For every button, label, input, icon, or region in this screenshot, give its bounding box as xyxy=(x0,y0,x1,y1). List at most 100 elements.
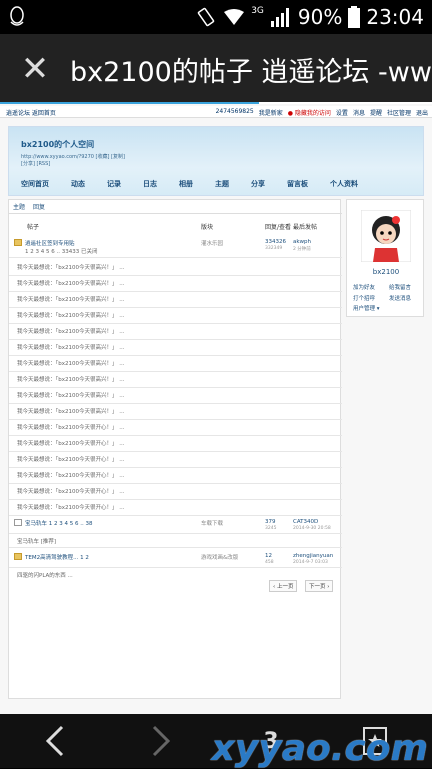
thread-title[interactable]: 逍遥社区签到专用贴 xyxy=(25,239,75,247)
thread-doc-icon xyxy=(14,519,22,526)
add-friend-button[interactable]: 加为好友 xyxy=(353,283,375,291)
reply-text[interactable]: 我今天最想说：「bx2100今天很高兴！」 ... xyxy=(17,343,125,351)
reply-text[interactable]: 我今天最想说：「bx2100今天很高兴！」 ... xyxy=(17,375,125,383)
user-id[interactable]: 2474569825 xyxy=(216,108,254,117)
table-row-thread2[interactable]: 宝马轨车 1 2 3 4 5 6 .. 38 车载下载 379 3245 CAT… xyxy=(9,516,342,534)
thread-board[interactable]: 游戏戏画&改版 xyxy=(201,553,238,561)
reply-text[interactable]: 我今天最想说：「bx2100今天很高兴！」 ... xyxy=(17,391,125,399)
space-tab[interactable]: 主题 xyxy=(215,179,229,189)
top-nav-item[interactable]: 设置 xyxy=(336,108,348,117)
reply-text[interactable]: 我今天最想说：「bx2100今天很开心！」 ... xyxy=(17,455,125,463)
space-tab[interactable]: 个人资料 xyxy=(330,179,358,189)
thread-stats-views: 332349 xyxy=(265,246,283,251)
next-page-button[interactable]: 下一页 › xyxy=(305,580,334,592)
list-item[interactable]: 我今天最想说：「bx2100今天很开心！」 ... xyxy=(9,468,342,484)
reply-text[interactable]: 四驱的闪PLA的东西 ... xyxy=(17,571,73,579)
thread-last-time: 2 分钟前 xyxy=(293,247,311,252)
list-item[interactable]: 我今天最想说：「bx2100今天很高兴！」 ... xyxy=(9,292,342,308)
list-item[interactable]: 我今天最想说：「bx2100今天很高兴！」 ... xyxy=(9,276,342,292)
thread-last-user[interactable]: zhengjianyuan xyxy=(293,553,333,559)
prev-page-button[interactable]: ‹ 上一页 xyxy=(269,580,298,592)
status-bar: 3G 90% 23:04 xyxy=(0,0,432,34)
reply-text[interactable]: 我今天最想说：「bx2100今天很开心！」 ... xyxy=(17,487,125,495)
list-item[interactable]: 我今天最想说：「bx2100今天很开心！」 ... xyxy=(9,420,342,436)
list-item[interactable]: 我今天最想说：「bx2100今天很开心！」 ... xyxy=(9,436,342,452)
thread-pages[interactable]: 1 2 3 4 5 6 .. 33433 已关闭 xyxy=(25,247,97,255)
reply-text[interactable]: 宝马轨车 [推荐] xyxy=(17,537,56,545)
clock: 23:04 xyxy=(366,5,424,29)
top-nav-item[interactable]: 提醒 xyxy=(370,108,382,117)
list-item[interactable]: 我今天最想说：「bx2100今天很高兴！」 ... xyxy=(9,388,342,404)
list-item[interactable]: 我今天最想说：「bx2100今天很开心！」 ... xyxy=(9,452,342,468)
thread-last-user[interactable]: akwph xyxy=(293,239,311,245)
back-button[interactable] xyxy=(20,714,90,768)
list-item[interactable]: 我今天最想说：「bx2100今天很高兴！」 ... xyxy=(9,324,342,340)
table-row-thread3[interactable]: TEM2高清驾驶教程... 1 2 游戏戏画&改版 12 458 zhengji… xyxy=(9,550,342,568)
tab-replies[interactable]: 回复 xyxy=(33,202,45,211)
space-tab[interactable]: 分享 xyxy=(251,179,265,189)
thread-board[interactable]: 灌水乐园 xyxy=(201,239,223,247)
user-manage-menu[interactable]: 用户管理 ▾ xyxy=(353,304,380,312)
reply-text[interactable]: 我今天最想说：「bx2100今天很高兴！」 ... xyxy=(17,263,125,271)
forward-button[interactable] xyxy=(126,714,196,768)
thread-last-user[interactable]: CAT340D xyxy=(293,519,318,525)
space-tab[interactable]: 动态 xyxy=(71,179,85,189)
list-item[interactable]: 我今天最想说：「bx2100今天很开心！」 ... xyxy=(9,484,342,500)
top-nav-item[interactable]: 社区管理 xyxy=(387,108,411,117)
reply-text[interactable]: 我今天最想说：「bx2100今天很高兴！」 ... xyxy=(17,295,125,303)
reply-text[interactable]: 我今天最想说：「bx2100今天很开心！」 ... xyxy=(17,439,125,447)
list-item[interactable]: 我今天最想说：「bx2100今天很开心！」 ... xyxy=(9,500,342,516)
space-tab[interactable]: 空间首页 xyxy=(21,179,49,189)
reply-text[interactable]: 我今天最想说：「bx2100今天很高兴！」 ... xyxy=(17,279,125,287)
thread-title[interactable]: TEM2高清驾驶教程... 1 2 xyxy=(25,553,89,561)
list-item[interactable]: 我今天最想说：「bx2100今天很高兴！」 ... xyxy=(9,356,342,372)
reply-text[interactable]: 我今天最想说：「bx2100今天很开心！」 ... xyxy=(17,503,125,511)
reply-text[interactable]: 我今天最想说：「bx2100今天很高兴！」 ... xyxy=(17,407,125,415)
thread-stats-views: 458 xyxy=(265,560,274,565)
reply-text[interactable]: 我今天最想说：「bx2100今天很高兴！」 ... xyxy=(17,311,125,319)
space-name[interactable]: bx2100的个人空间 xyxy=(21,139,94,150)
reply-text[interactable]: 我今天最想说：「bx2100今天很高兴！」 ... xyxy=(17,327,125,335)
list-item[interactable]: 我今天最想说：「bx2100今天很高兴！」 ... xyxy=(9,372,342,388)
header-board: 版块 xyxy=(201,224,214,231)
space-url[interactable]: http://www.xyyao.com/?9270 [收藏] [复制] xyxy=(21,153,125,160)
profile-username[interactable]: bx2100 xyxy=(347,268,425,276)
table-row-pinned[interactable]: 逍遥社区签到专用贴 1 2 3 4 5 6 .. 33433 已关闭 灌水乐园 … xyxy=(9,236,342,258)
top-nav-item[interactable]: 消息 xyxy=(353,108,365,117)
site-home-links[interactable]: 逍遥论坛 返回首页 xyxy=(6,108,56,117)
top-nav-item[interactable]: ● 隐藏我的访问 xyxy=(288,108,331,117)
status-right: 3G 90% 23:04 xyxy=(195,4,424,30)
battery-icon xyxy=(348,6,361,28)
page-title: bx2100的帖子 逍遥论坛 -ww xyxy=(70,56,432,88)
top-nav-item[interactable]: 退出 xyxy=(416,108,428,117)
leave-message-button[interactable]: 给我留言 xyxy=(389,283,411,291)
list-item[interactable]: 宝马轨车 [推荐] xyxy=(9,534,342,548)
space-tab[interactable]: 记录 xyxy=(107,179,121,189)
space-rss[interactable]: [分享] [RSS] xyxy=(21,160,50,167)
poke-button[interactable]: 打个招呼 xyxy=(353,294,375,302)
close-icon[interactable]: ✕ xyxy=(0,34,70,104)
send-message-button[interactable]: 发送消息 xyxy=(389,294,411,302)
avatar[interactable] xyxy=(361,210,411,262)
thread-list-panel: 主题 回复 帖子 版块 回复/查看 最后发帖 逍遥社区签到专用贴 1 2 3 4 … xyxy=(8,199,342,699)
reply-text[interactable]: 我今天最想说：「bx2100今天很开心！」 ... xyxy=(17,471,125,479)
reply-text[interactable]: 我今天最想说：「bx2100今天很高兴！」 ... xyxy=(17,359,125,367)
thread-folder-icon xyxy=(14,239,22,246)
list-item[interactable]: 我今天最想说：「bx2100今天很高兴！」 ... xyxy=(9,340,342,356)
space-tab[interactable]: 日志 xyxy=(143,179,157,189)
network-type: 3G xyxy=(251,6,264,16)
space-tab[interactable]: 相册 xyxy=(179,179,193,189)
reply-text[interactable]: 我今天最想说：「bx2100今天很开心！」 ... xyxy=(17,423,125,431)
thread-board[interactable]: 车载下载 xyxy=(201,519,223,527)
tab-threads[interactable]: 主题 xyxy=(13,202,25,211)
thread-title[interactable]: 宝马轨车 1 2 3 4 5 6 .. 38 xyxy=(25,519,92,527)
list-item[interactable]: 我今天最想说：「bx2100今天很高兴！」 ... xyxy=(9,260,342,276)
wifi-icon xyxy=(224,9,245,25)
top-nav-item[interactable]: 我是新家 xyxy=(259,108,283,117)
profile-panel: bx2100 加为好友 给我留言 打个招呼 发送消息 用户管理 ▾ xyxy=(346,199,424,317)
space-tab[interactable]: 留言板 xyxy=(287,179,308,189)
chevron-right-icon xyxy=(152,725,171,757)
list-item[interactable]: 我今天最想说：「bx2100今天很高兴！」 ... xyxy=(9,404,342,420)
web-viewport[interactable]: 逍遥论坛 返回首页 2474569825 我是新家 ● 隐藏我的访问 设置 消息 提醒社… xyxy=(0,104,432,714)
list-item[interactable]: 我今天最想说：「bx2100今天很高兴！」 ... xyxy=(9,308,342,324)
